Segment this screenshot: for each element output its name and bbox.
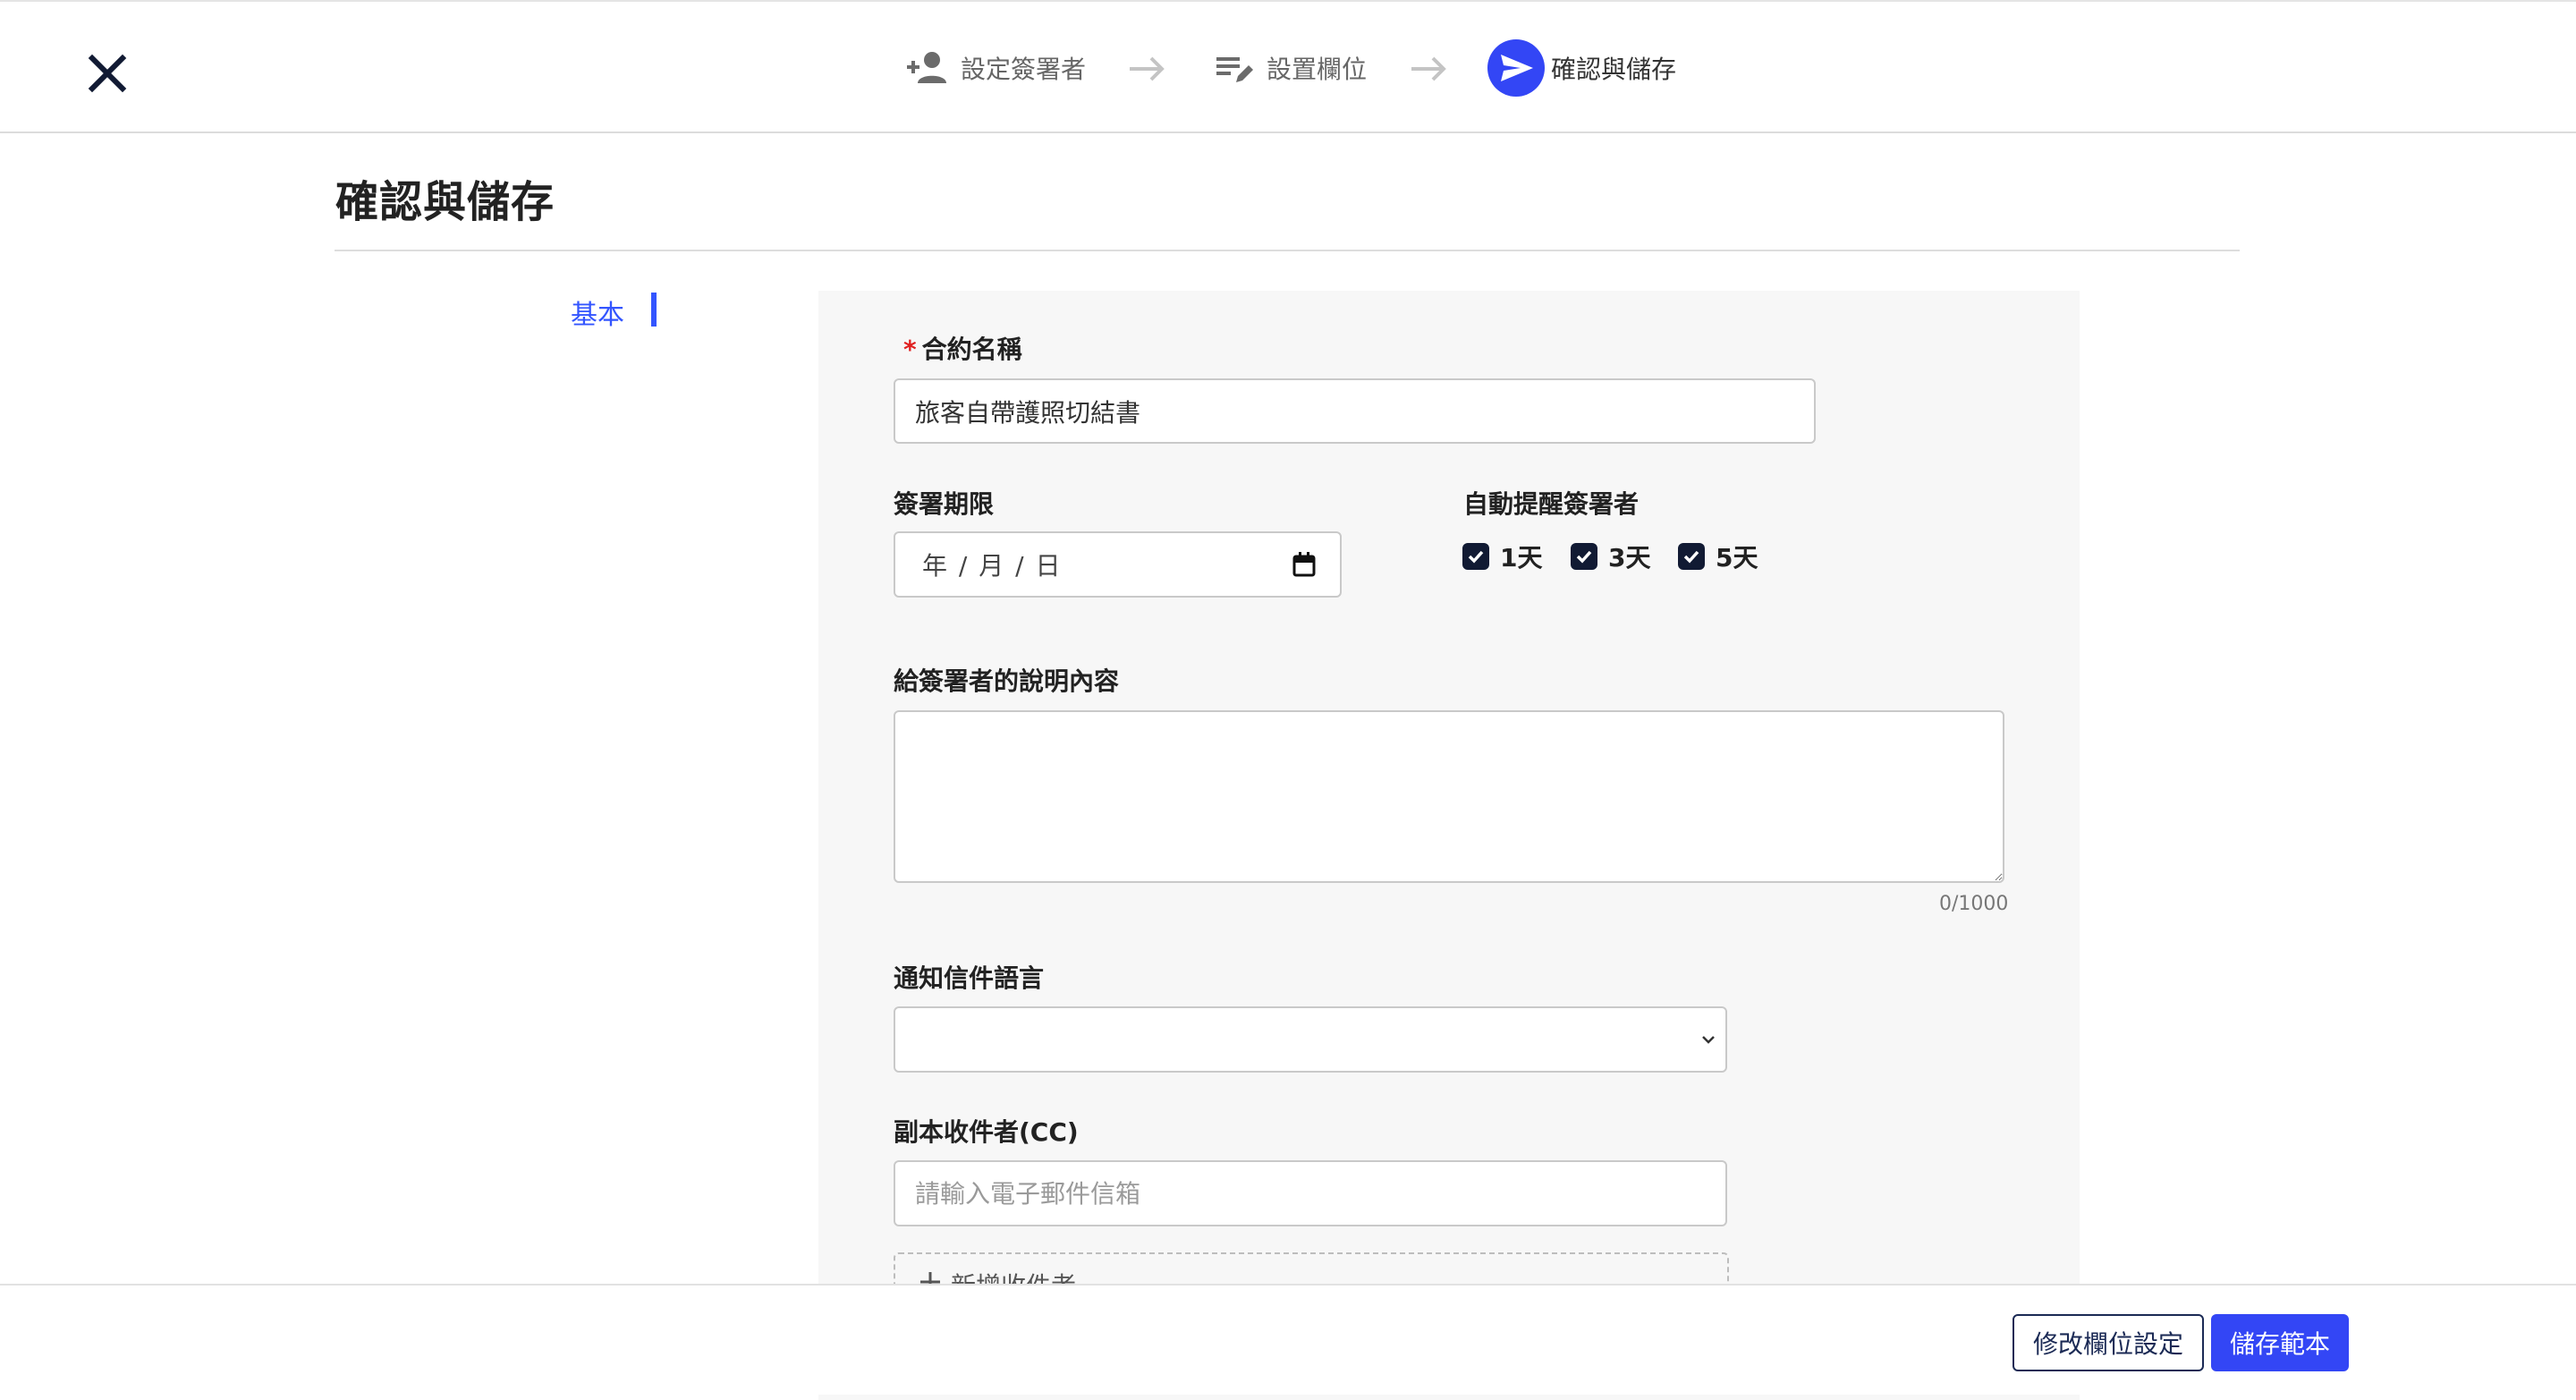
step-label: 設置欄位 (1267, 55, 1368, 84)
edit-fields-button[interactable]: 修改欄位設定 (2012, 1314, 2204, 1371)
description-label: 給簽署者的說明內容 (894, 666, 1120, 696)
reminder-label: 自動提醒簽署者 (1463, 489, 1640, 519)
chevron-down-icon (1702, 1036, 1715, 1044)
check-icon (1576, 550, 1592, 564)
deadline-date-input[interactable]: 年 / 月 / 日 (894, 531, 1342, 598)
checkbox-label: 5天 (1716, 543, 1758, 573)
side-nav-active-indicator (651, 293, 657, 327)
person-add-icon (907, 52, 946, 83)
arrow-right-icon (1411, 56, 1446, 81)
step-label: 確認與儲存 (1551, 55, 1677, 84)
required-mark: * (903, 335, 917, 364)
title-divider (335, 250, 2240, 251)
arrow-right-icon (1130, 56, 1165, 81)
checkbox-label: 3天 (1608, 543, 1651, 573)
step-confirm-save[interactable]: 確認與儲存 (1487, 38, 1676, 98)
close-icon (88, 54, 127, 93)
checkbox-checked[interactable] (1678, 543, 1705, 570)
page-title: 確認與儲存 (335, 177, 555, 227)
step-label: 設定簽署者 (961, 55, 1087, 84)
calendar-icon[interactable] (1292, 551, 1317, 578)
action-footer: 修改欄位設定 儲存範本 (0, 1284, 2576, 1395)
language-select[interactable] (894, 1006, 1727, 1073)
deadline-label: 簽署期限 (894, 489, 995, 519)
reminder-checkbox-1-day[interactable]: 1天 (1462, 540, 1542, 573)
contract-name-label-text: 合約名稱 (921, 335, 1022, 364)
side-nav-item-basic[interactable]: 基本 (571, 293, 624, 332)
step-set-signers[interactable]: 設定簽署者 (905, 38, 1086, 98)
cc-email-input[interactable] (894, 1160, 1727, 1226)
close-button[interactable] (79, 45, 136, 102)
contract-name-label: * 合約名稱 (903, 330, 1022, 366)
reminder-checkbox-3-day[interactable]: 3天 (1571, 540, 1650, 573)
cc-label: 副本收件者(CC) (894, 1117, 1079, 1147)
language-label: 通知信件語言 (894, 963, 1045, 993)
date-placeholder: 年 / 月 / 日 (922, 551, 1063, 581)
step-set-fields[interactable]: 設置欄位 (1215, 38, 1367, 98)
checkbox-checked[interactable] (1571, 543, 1597, 570)
save-template-button[interactable]: 儲存範本 (2211, 1314, 2349, 1371)
character-counter: 0/1000 (1939, 893, 2009, 915)
check-icon (1683, 550, 1699, 564)
wizard-header: 設定簽署者 設置欄位 確認與儲存 (0, 0, 2576, 133)
reminder-checkbox-5-day[interactable]: 5天 (1678, 540, 1758, 573)
contract-name-input[interactable] (894, 378, 1816, 444)
checkbox-checked[interactable] (1462, 543, 1489, 570)
edit-list-icon (1216, 57, 1253, 82)
check-icon (1468, 550, 1484, 564)
send-icon (1487, 39, 1545, 97)
description-textarea[interactable] (894, 710, 2004, 883)
checkbox-label: 1天 (1500, 543, 1543, 573)
